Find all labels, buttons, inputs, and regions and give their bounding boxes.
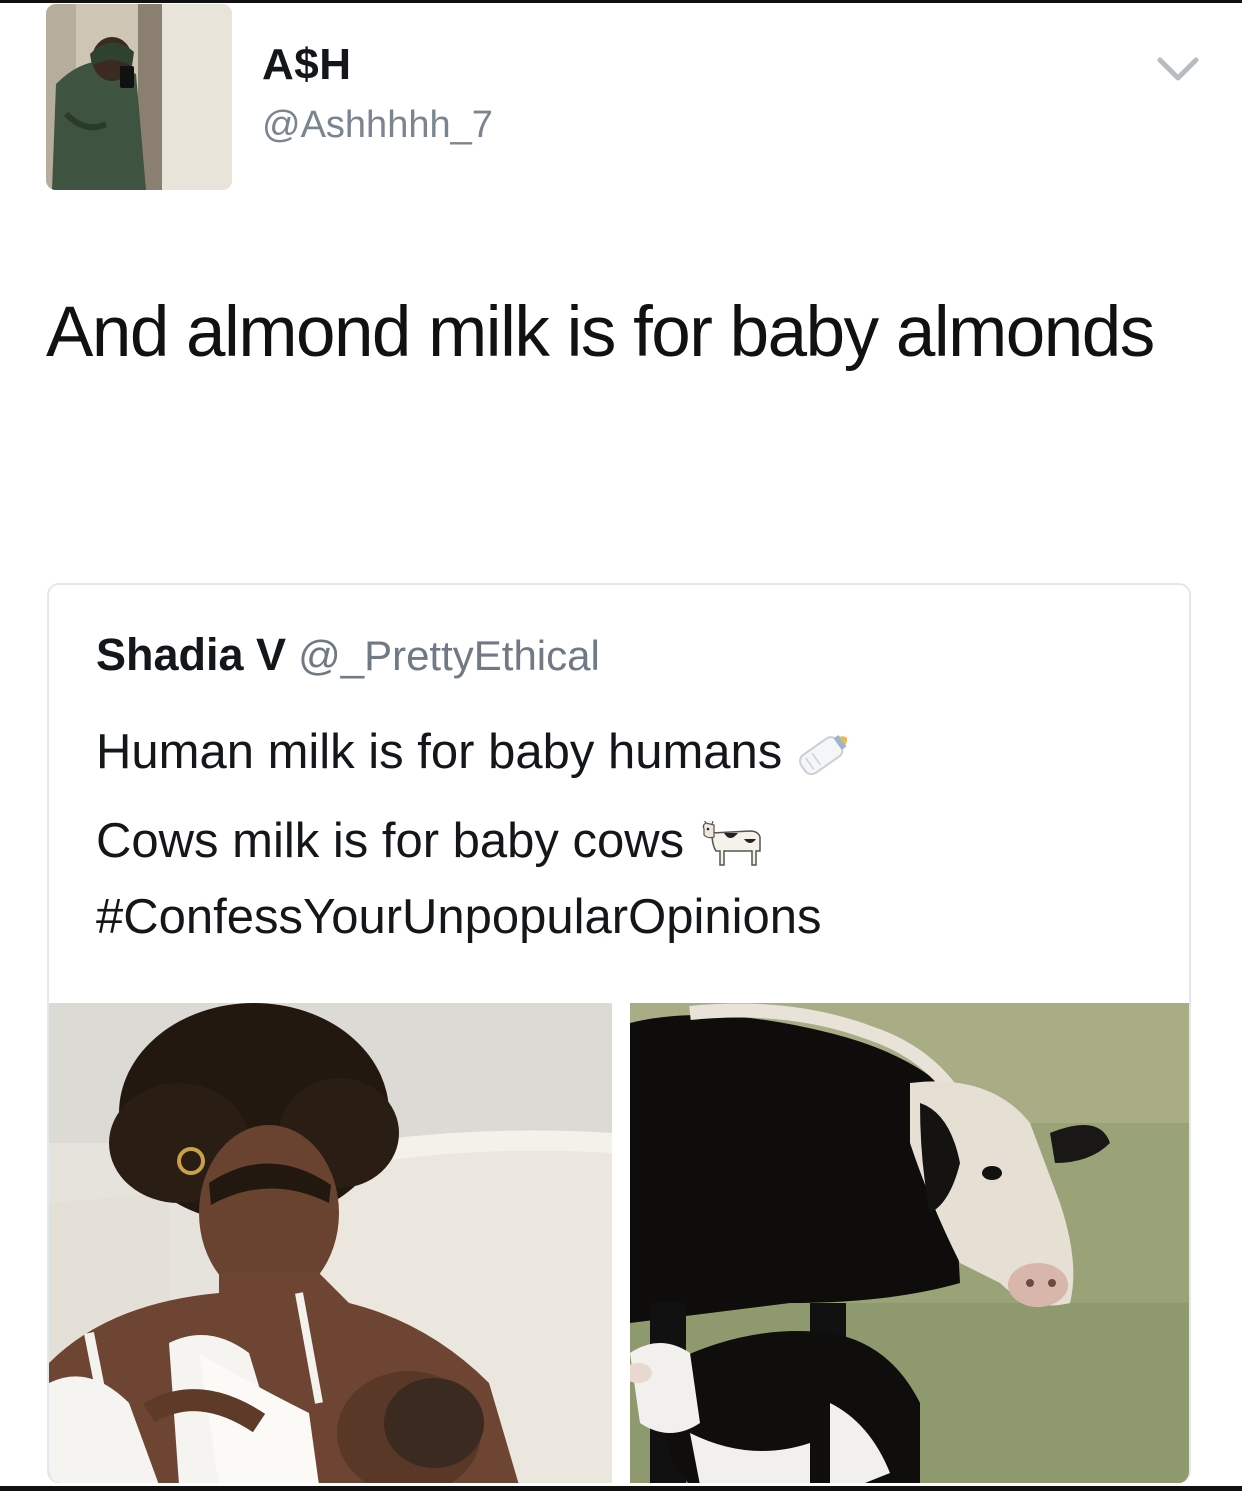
quoted-line-1-text: Human milk is for baby humans [96, 724, 783, 779]
bottom-divider [0, 1486, 1242, 1491]
baby-bottle-icon [786, 723, 856, 787]
breastfeeding-photo[interactable] [49, 1003, 612, 1483]
quoted-author-name: Shadia V [96, 629, 287, 680]
quoted-line-1: Human milk is for baby humans [96, 723, 856, 787]
cow-and-calf-photo[interactable] [630, 1003, 1189, 1483]
quoted-tweet-card[interactable]: Shadia V @_PrettyEthical Human milk is fo… [47, 583, 1191, 1483]
hashtag-link[interactable]: #ConfessYourUnpopularOpinions [96, 889, 822, 945]
tweet-text: And almond milk is for baby almonds [46, 293, 1155, 372]
chevron-down-icon[interactable] [1156, 54, 1200, 84]
author-handle[interactable]: @Ashhhhh_7 [262, 104, 493, 147]
top-divider [0, 0, 1242, 3]
cow-icon [700, 821, 770, 867]
quoted-author-handle: @_PrettyEthical [298, 632, 600, 679]
author-avatar[interactable] [46, 4, 232, 190]
quoted-line-2-text: Cows milk is for baby cows [96, 814, 685, 868]
quoted-line-2: Cows milk is for baby cows [96, 813, 770, 869]
quoted-tweet-header: Shadia V @_PrettyEthical [96, 629, 600, 681]
avatar-image [46, 4, 232, 190]
author-display-name[interactable]: A$H [262, 40, 352, 90]
